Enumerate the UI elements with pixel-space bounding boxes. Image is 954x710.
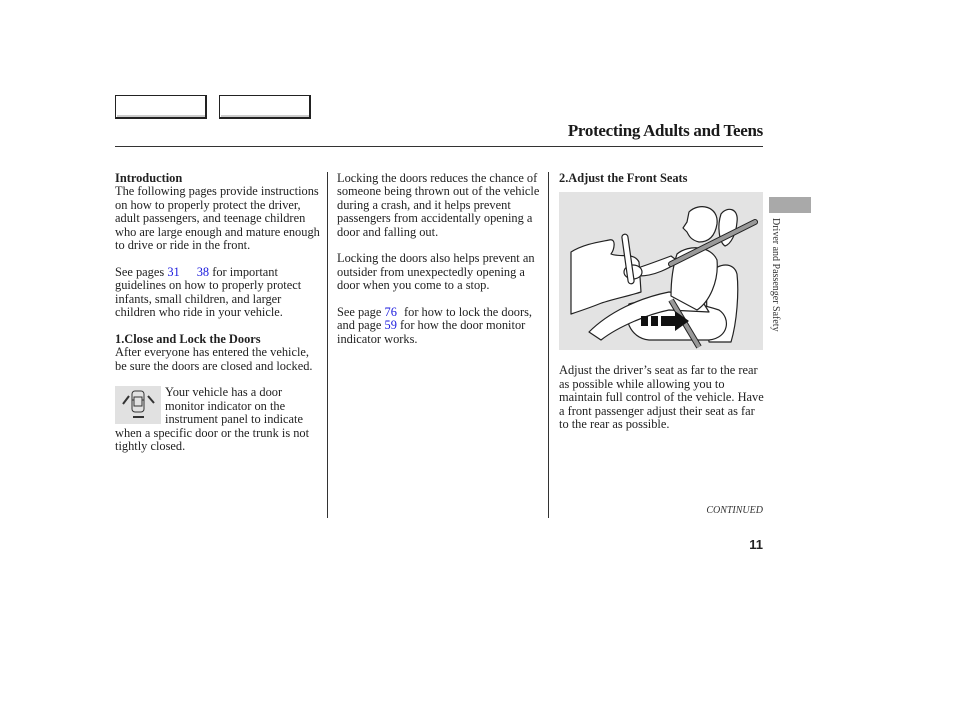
driver-seat-illustration xyxy=(559,192,763,351)
door-monitor-icon xyxy=(115,386,161,425)
lock-doors-paragraph-2: Locking the doors also helps prevent an … xyxy=(337,251,535,293)
door-monitor-note: Your vehicle has a door monitor indicato… xyxy=(115,386,320,453)
see-page-paragraph: See page 76 for how to lock the doors, a… xyxy=(337,305,543,346)
intro-heading: Introduction xyxy=(115,171,183,185)
column-3: 2.Adjust the Front Seats Adjust the driv… xyxy=(559,171,765,432)
column-1: Introduction The following pages provide… xyxy=(115,171,320,453)
see-page-prefix: See page xyxy=(337,305,382,320)
nav-button-prev[interactable] xyxy=(115,95,207,119)
page-title: Protecting Adults and Teens xyxy=(567,121,763,140)
intro-text: The following pages provide instructions… xyxy=(115,184,320,253)
header-rule xyxy=(115,146,763,147)
nav-button-next[interactable] xyxy=(219,95,311,119)
step1-heading: 1.Close and Lock the Doors xyxy=(115,331,261,346)
see-pages-prefix: See pages xyxy=(115,264,165,279)
column-divider xyxy=(548,172,549,518)
link-page-76[interactable]: 76 xyxy=(385,305,397,319)
step2-heading: 2.Adjust the Front Seats xyxy=(559,171,688,185)
link-page-38[interactable]: 38 xyxy=(197,265,209,279)
page-number: 11 xyxy=(749,537,763,552)
link-page-31[interactable]: 31 xyxy=(167,265,179,279)
step2-text: Adjust the driver’s seat as far to the r… xyxy=(559,363,764,432)
lock-doors-paragraph-1: Locking the doors reduces the chance of … xyxy=(337,171,540,239)
link-page-59[interactable]: 59 xyxy=(385,318,397,332)
section-label: Driver and Passenger Safety xyxy=(770,218,781,332)
column-2: Locking the doors reduces the chance of … xyxy=(337,171,543,346)
step1-text: After everyone has entered the vehicle, … xyxy=(115,345,313,373)
continued-label: CONTINUED xyxy=(706,505,763,516)
section-tab xyxy=(769,197,811,213)
column-divider xyxy=(327,172,328,518)
see-pages-paragraph: See pages 31 38 for important guidelines … xyxy=(115,264,320,320)
